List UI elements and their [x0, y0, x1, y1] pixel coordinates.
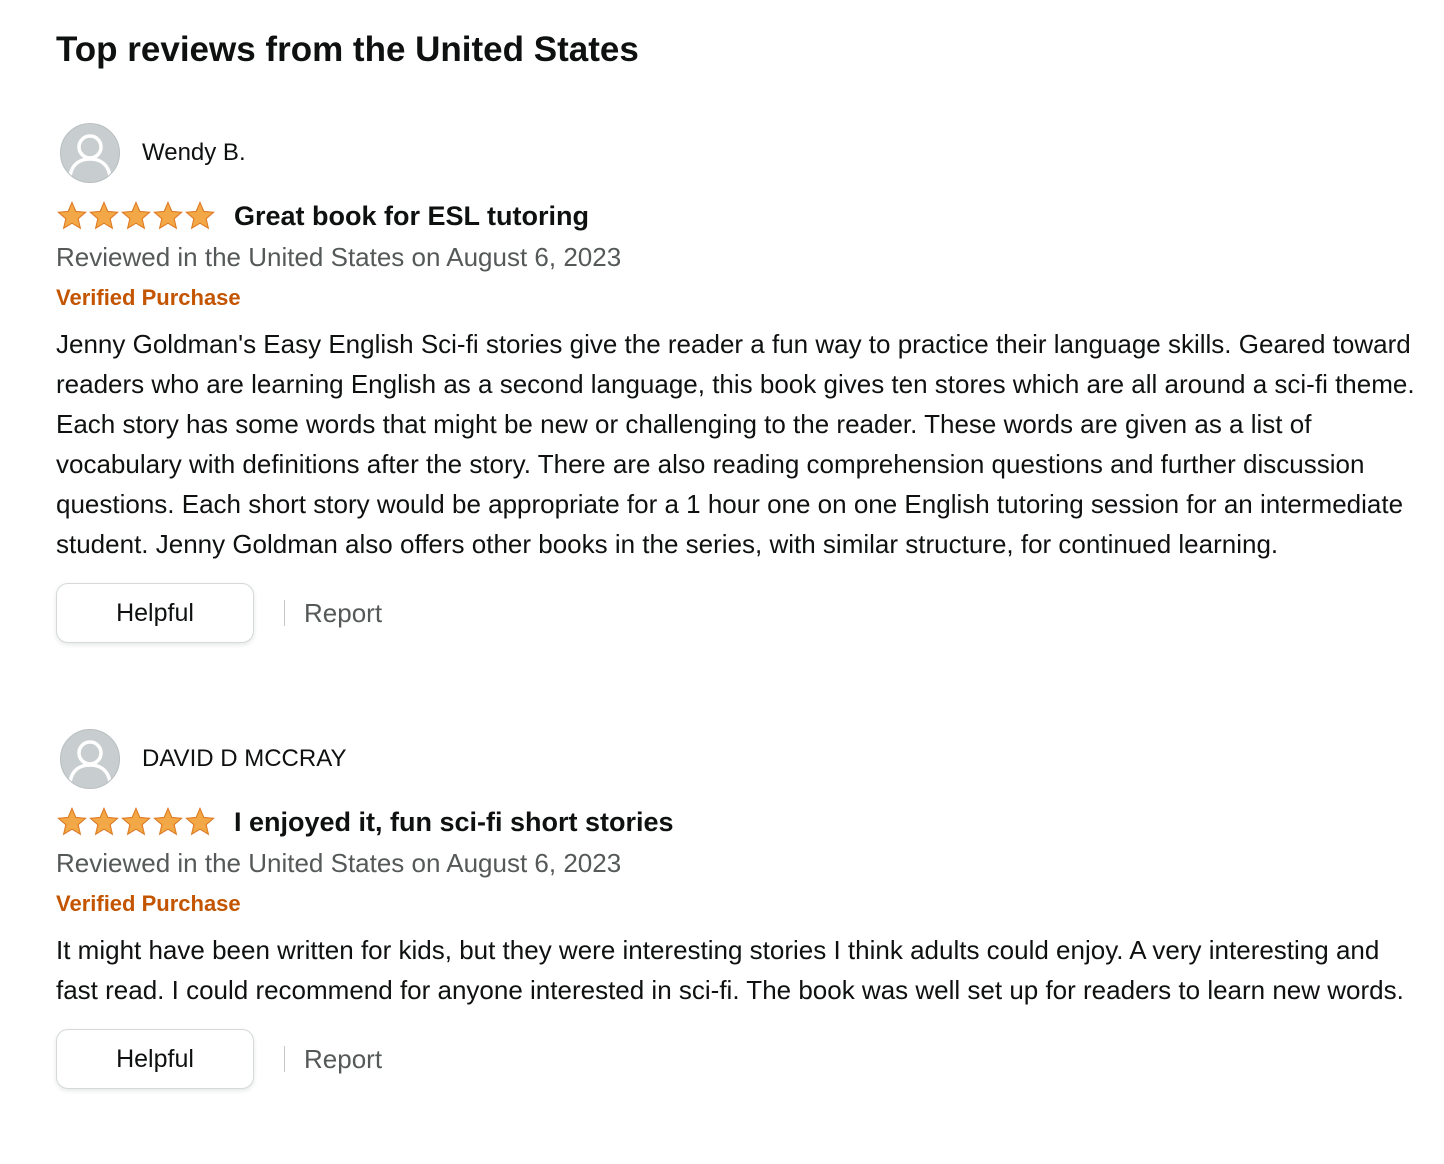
- review-body: Jenny Goldman's Easy English Sci-fi stor…: [56, 329, 1415, 559]
- verified-purchase-badge[interactable]: Verified Purchase: [56, 278, 1426, 318]
- star-icon: [185, 807, 215, 836]
- star-icon: [185, 201, 215, 230]
- reviewer-name[interactable]: Wendy B.: [142, 139, 246, 167]
- reviewer-name[interactable]: DAVID D MCCRAY: [142, 745, 346, 773]
- review-body: It might have been written for kids, but…: [56, 935, 1404, 1005]
- divider: [284, 600, 285, 626]
- review-title[interactable]: I enjoyed it, fun sci-fi short stories: [234, 807, 674, 838]
- star-icon: [121, 201, 151, 230]
- review-title[interactable]: Great book for ESL tutoring: [234, 201, 589, 232]
- verified-purchase-badge[interactable]: Verified Purchase: [56, 884, 1426, 924]
- review-card: Wendy B. Great book for ESL tutoring Rev…: [56, 122, 1426, 644]
- star-icon: [153, 807, 183, 836]
- star-icon: [121, 807, 151, 836]
- review-card: DAVID D MCCRAY I enjoyed it, fun sci-fi …: [56, 728, 1426, 1090]
- helpful-button[interactable]: Helpful: [56, 1029, 254, 1089]
- report-link[interactable]: Report: [304, 598, 382, 629]
- reviewer-profile[interactable]: Wendy B.: [56, 122, 1426, 184]
- review-date: Reviewed in the United States on August …: [56, 242, 622, 272]
- helpful-button[interactable]: Helpful: [56, 583, 254, 643]
- avatar-icon[interactable]: [60, 123, 120, 183]
- star-icon: [89, 807, 119, 836]
- reviewer-profile[interactable]: DAVID D MCCRAY: [56, 728, 1426, 790]
- avatar-icon[interactable]: [60, 729, 120, 789]
- report-link[interactable]: Report: [304, 1044, 382, 1075]
- star-rating[interactable]: [56, 806, 216, 838]
- review-date: Reviewed in the United States on August …: [56, 848, 622, 878]
- star-icon: [57, 201, 87, 230]
- star-icon: [153, 201, 183, 230]
- star-icon: [89, 201, 119, 230]
- star-icon: [57, 807, 87, 836]
- divider: [284, 1046, 285, 1072]
- section-title: Top reviews from the United States: [56, 30, 639, 69]
- star-rating[interactable]: [56, 200, 216, 232]
